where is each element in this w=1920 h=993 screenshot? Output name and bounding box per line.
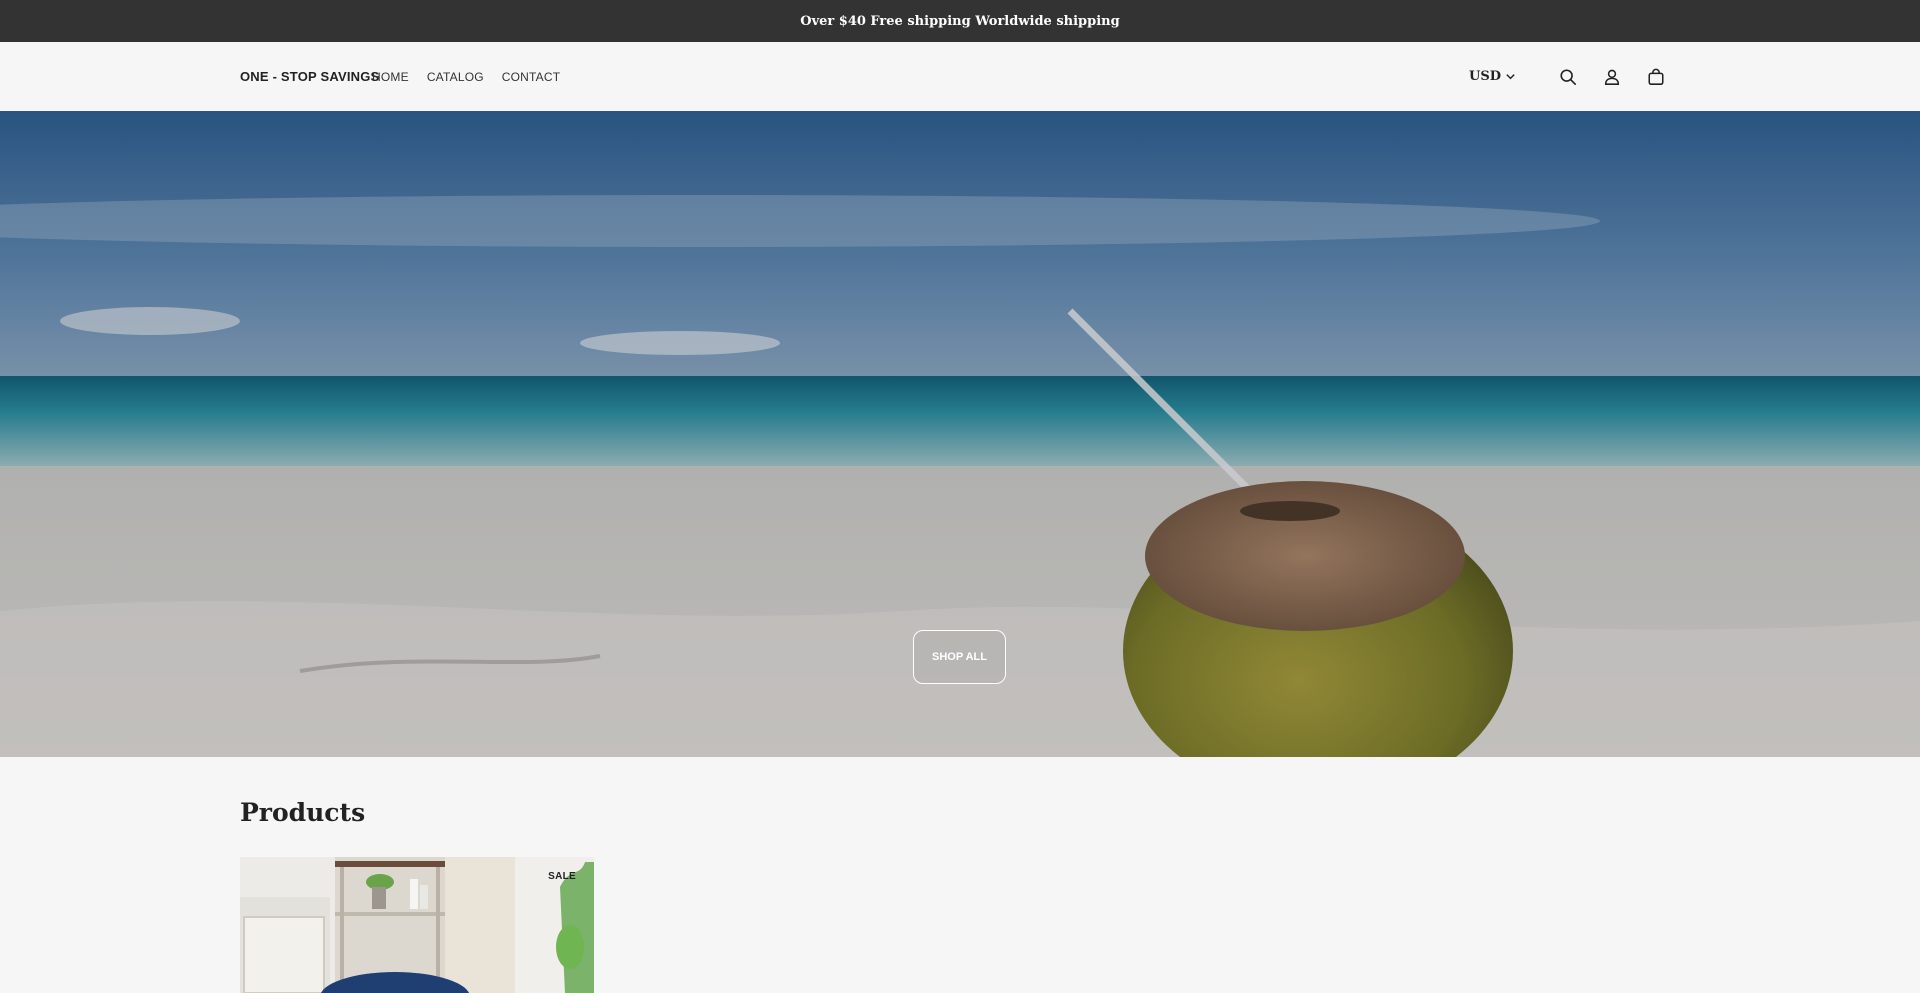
currency-label: USD: [1469, 69, 1501, 84]
sale-badge: SALE: [548, 871, 576, 882]
site-header: ONE - STOP SAVINGS HOME CATALOG CONTACT …: [0, 42, 1920, 112]
cart-button[interactable]: [1644, 65, 1668, 89]
nav-contact[interactable]: CONTACT: [502, 70, 561, 84]
chevron-down-icon: [1506, 74, 1515, 80]
shop-all-button[interactable]: SHOP ALL: [913, 630, 1006, 684]
products-heading: Products: [240, 798, 366, 827]
account-button[interactable]: [1600, 65, 1624, 89]
currency-selector[interactable]: USD: [1469, 69, 1516, 84]
store-logo[interactable]: ONE - STOP SAVINGS: [240, 42, 379, 111]
hero-banner: SHOP ALL: [0, 111, 1920, 757]
nav-home[interactable]: HOME: [372, 70, 409, 84]
announcement-text: Over $40 Free shipping Worldwide shippin…: [800, 13, 1120, 29]
announcement-bar: Over $40 Free shipping Worldwide shippin…: [0, 0, 1920, 42]
header-actions: USD: [1469, 42, 1668, 111]
product-image: [240, 857, 594, 993]
cart-icon: [1648, 68, 1664, 85]
nav-catalog[interactable]: CATALOG: [427, 70, 484, 84]
search-button[interactable]: [1556, 65, 1580, 89]
product-card[interactable]: SALE: [240, 857, 594, 993]
search-icon: [1560, 68, 1577, 85]
main-nav: HOME CATALOG CONTACT: [372, 42, 560, 111]
account-icon: [1604, 69, 1620, 85]
